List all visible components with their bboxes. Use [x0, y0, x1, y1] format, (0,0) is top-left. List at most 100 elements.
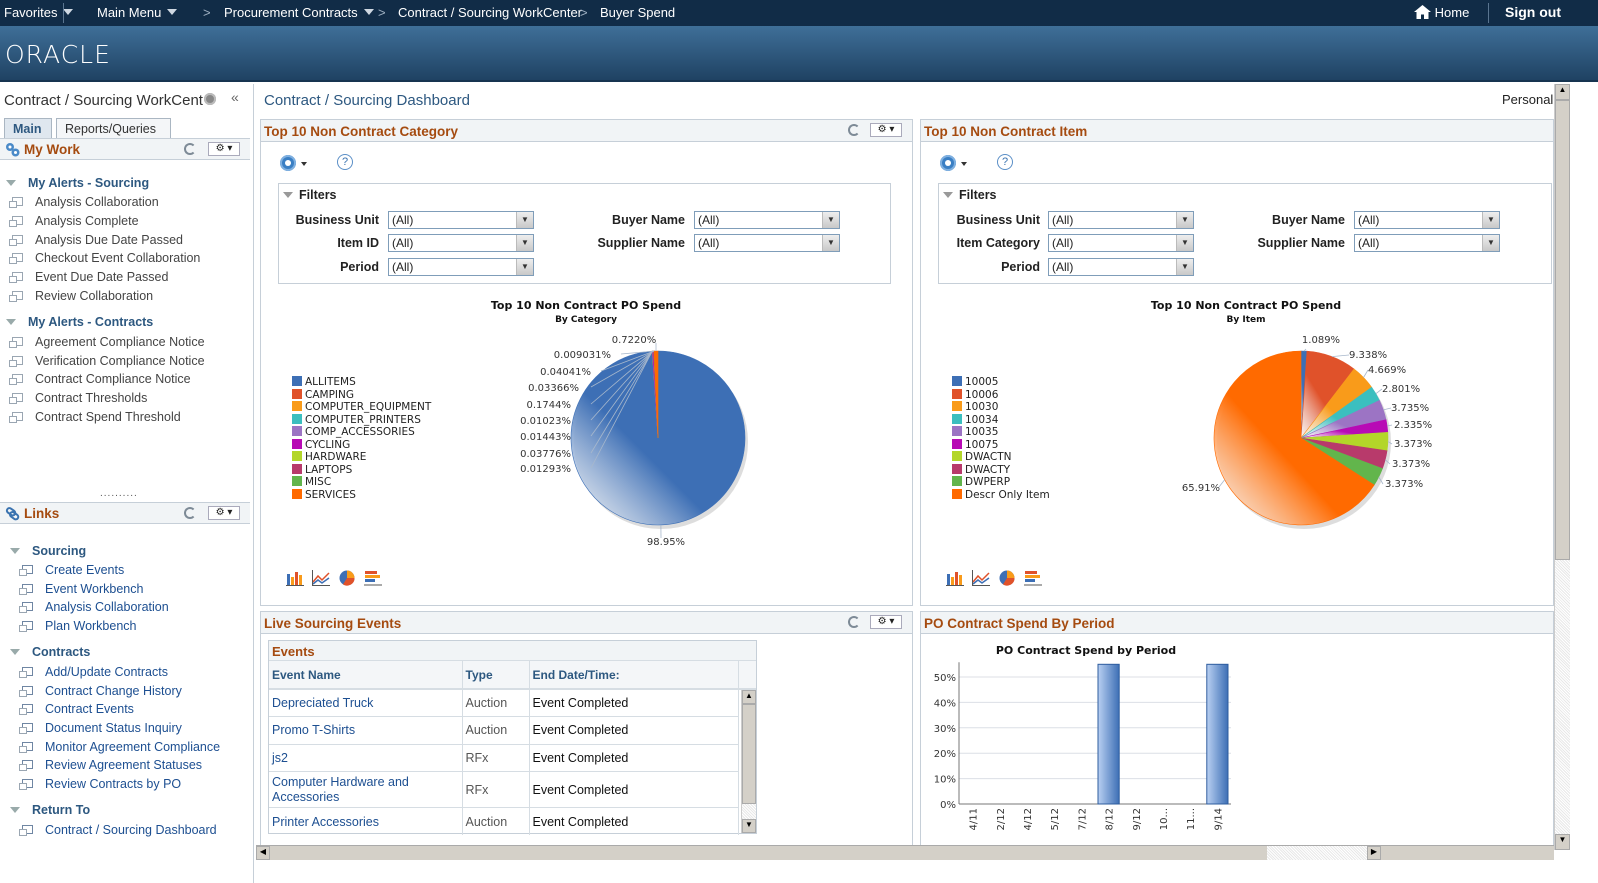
supplier-name-select[interactable]: (All) ▼ — [1354, 234, 1500, 252]
list-item[interactable]: Agreement Compliance Notice — [9, 335, 205, 349]
breadcrumb-procurement-contracts[interactable]: Procurement Contracts — [224, 5, 374, 20]
bar[interactable] — [1097, 663, 1120, 805]
pagelet-options-button[interactable]: ⚙ ▾ — [870, 123, 902, 137]
section-return-to[interactable]: Return To — [10, 803, 90, 817]
column-header-event-name[interactable]: Event Name — [269, 661, 463, 690]
breadcrumb-buyer-spend[interactable]: Buyer Spend — [600, 5, 675, 20]
business-unit-select[interactable]: (All) ▼ — [388, 211, 534, 229]
link-item[interactable]: Analysis Collaboration — [19, 600, 169, 614]
refresh-icon[interactable] — [848, 124, 860, 136]
scroll-up-button[interactable]: ▲ — [742, 690, 756, 704]
link-item[interactable]: Contract / Sourcing Dashboard — [19, 823, 217, 837]
section-contracts[interactable]: Contracts — [10, 645, 90, 659]
help-icon[interactable]: ? — [997, 154, 1013, 170]
scroll-down-button[interactable]: ▼ — [1555, 834, 1570, 850]
pagelet-options-button[interactable]: ⚙ ▾ — [870, 615, 902, 629]
chart-subtitle: By Category — [555, 315, 617, 325]
chevron-down-icon[interactable] — [301, 162, 307, 166]
link-item[interactable]: Plan Workbench — [19, 619, 137, 633]
horizontal-bar-chart-icon[interactable] — [364, 570, 382, 586]
filters-toggle[interactable]: Filters — [943, 188, 997, 202]
bar[interactable] — [1206, 663, 1229, 805]
link-item[interactable]: Event Workbench — [19, 582, 143, 596]
list-item[interactable]: Analysis Collaboration — [9, 195, 159, 209]
column-header-type[interactable]: Type — [462, 661, 530, 690]
divider — [1488, 3, 1489, 23]
link-item[interactable]: Document Status Inquiry — [19, 721, 182, 735]
refresh-icon[interactable] — [184, 143, 196, 155]
scroll-thumb[interactable] — [742, 704, 756, 804]
pagelet-options-button[interactable]: ⚙ ▾ — [208, 506, 240, 520]
period-select[interactable]: (All) ▼ — [388, 258, 534, 276]
pie-chart-icon[interactable] — [998, 570, 1016, 586]
item-id-select[interactable]: (All) ▼ — [388, 234, 534, 252]
scroll-down-button[interactable]: ▼ — [742, 819, 756, 833]
personalize-link[interactable]: Personali — [1502, 92, 1556, 107]
chevron-down-icon[interactable] — [961, 162, 967, 166]
event-name-link[interactable]: Computer Hardware and Accessories — [269, 771, 463, 808]
events-scrollbar[interactable]: ▲ ▼ — [741, 690, 756, 833]
page-horizontal-scrollbar[interactable]: ◀ ▶ — [256, 845, 1554, 860]
gear-icon[interactable] — [204, 93, 216, 105]
list-item[interactable]: Contract Compliance Notice — [9, 372, 191, 386]
refresh-icon[interactable] — [184, 507, 196, 519]
link-item[interactable]: Review Contracts by PO — [19, 777, 181, 791]
list-item[interactable]: Event Due Date Passed — [9, 270, 168, 284]
scroll-thumb[interactable] — [1555, 100, 1570, 560]
workcenter-title: Contract / Sourcing WorkCent — [4, 92, 203, 109]
list-item[interactable]: Contract Thresholds — [9, 391, 147, 405]
link-item[interactable]: Review Agreement Statuses — [19, 758, 202, 772]
business-unit-select[interactable]: (All) ▼ — [1048, 211, 1194, 229]
line-chart-icon[interactable] — [972, 570, 990, 586]
pie-chart-icon[interactable] — [338, 570, 356, 586]
section-sourcing[interactable]: Sourcing — [10, 544, 86, 558]
period-select[interactable]: (All) ▼ — [1048, 258, 1194, 276]
scroll-up-button[interactable]: ▲ — [1555, 84, 1570, 100]
buyer-name-select[interactable]: (All) ▼ — [1354, 211, 1500, 229]
tab-main[interactable]: Main — [4, 118, 52, 139]
scroll-track[interactable] — [1267, 846, 1367, 860]
pagelet-options-button[interactable]: ⚙ ▾ — [208, 142, 240, 156]
event-name-link[interactable]: Promo T-Shirts — [269, 716, 463, 745]
list-item[interactable]: Verification Compliance Notice — [9, 354, 205, 368]
sign-out-link[interactable]: Sign out — [1505, 4, 1561, 20]
link-item[interactable]: Contract Events — [19, 702, 134, 716]
breadcrumb-separator-icon: > — [378, 5, 386, 20]
bar-chart-icon[interactable] — [946, 570, 964, 586]
help-icon[interactable]: ? — [337, 154, 353, 170]
settings-gear-icon[interactable] — [280, 155, 296, 171]
resize-handle[interactable]: .......... — [100, 488, 138, 499]
line-chart-icon[interactable] — [312, 570, 330, 586]
event-name-link[interactable]: js2 — [269, 744, 463, 772]
home-link[interactable]: Home — [1414, 5, 1469, 20]
settings-gear-icon[interactable] — [940, 155, 956, 171]
link-item[interactable]: Contract Change History — [19, 684, 182, 698]
section-my-alerts-contracts[interactable]: My Alerts - Contracts — [6, 315, 153, 329]
link-item[interactable]: Create Events — [19, 563, 124, 577]
column-header-end-date[interactable]: End Date/Time: — [529, 661, 739, 690]
list-item[interactable]: Checkout Event Collaboration — [9, 251, 200, 265]
scroll-left-button[interactable]: ◀ — [256, 846, 270, 860]
bar-chart-icon[interactable] — [286, 570, 304, 586]
buyer-name-select[interactable]: (All) ▼ — [694, 211, 840, 229]
tab-reports-queries[interactable]: Reports/Queries — [56, 118, 171, 139]
event-name-link[interactable]: Printer Accessories — [269, 807, 463, 835]
list-item[interactable]: Review Collaboration — [9, 289, 153, 303]
filters-toggle[interactable]: Filters — [283, 188, 337, 202]
supplier-name-select[interactable]: (All) ▼ — [694, 234, 840, 252]
item-category-select[interactable]: (All) ▼ — [1048, 234, 1194, 252]
link-item[interactable]: Monitor Agreement Compliance — [19, 740, 220, 754]
list-item[interactable]: Analysis Due Date Passed — [9, 233, 183, 247]
link-item[interactable]: Add/Update Contracts — [19, 665, 168, 679]
main-menu[interactable]: Main Menu — [97, 5, 178, 20]
breadcrumb-workcenter[interactable]: Contract / Sourcing WorkCenter — [398, 5, 582, 20]
collapse-icon[interactable]: « — [231, 89, 239, 105]
list-item[interactable]: Contract Spend Threshold — [9, 410, 181, 424]
refresh-icon[interactable] — [848, 616, 860, 628]
event-name-link[interactable]: Depreciated Truck — [269, 689, 463, 717]
page-vertical-scrollbar[interactable]: ▲ ▼ — [1554, 84, 1570, 850]
scroll-right-button[interactable]: ▶ — [1367, 846, 1381, 860]
list-item[interactable]: Analysis Complete — [9, 214, 139, 228]
section-my-alerts-sourcing[interactable]: My Alerts - Sourcing — [6, 176, 149, 190]
horizontal-bar-chart-icon[interactable] — [1024, 570, 1042, 586]
